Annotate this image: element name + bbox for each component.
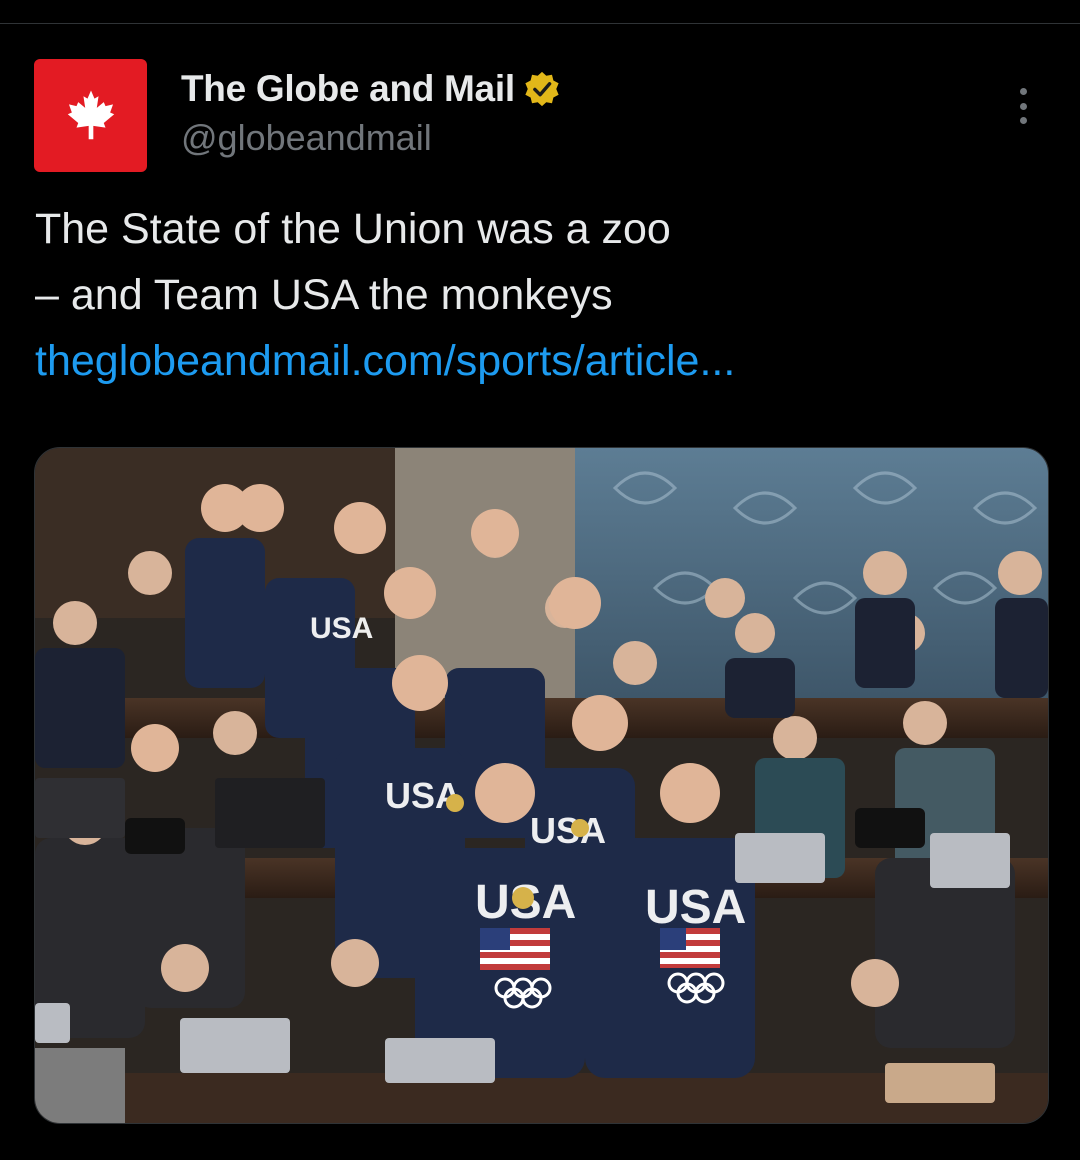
author-handle[interactable]: @globeandmail	[181, 117, 432, 159]
photo-team-usa-state-of-union: USA USA USA USA USA	[35, 448, 1048, 1123]
article-link[interactable]: theglobeandmail.com/sports/article...	[35, 328, 1045, 394]
tweet-text: The State of the Union was a zoo – and T…	[35, 196, 1045, 394]
more-options-button[interactable]	[1006, 84, 1040, 128]
svg-text:USA: USA	[310, 612, 373, 645]
svg-text:USA: USA	[530, 810, 606, 851]
more-dot	[1019, 117, 1027, 124]
tweet-text-line-2: – and Team USA the monkeys	[35, 271, 613, 319]
tweet[interactable]: The Globe and Mail @globeandmail The Sta…	[0, 24, 1080, 1160]
tweet-photo[interactable]: USA USA USA USA USA	[34, 447, 1049, 1124]
tweet-text-line-1: The State of the Union was a zoo	[35, 205, 671, 253]
svg-text:USA: USA	[645, 881, 746, 934]
author-avatar[interactable]	[34, 59, 147, 172]
author-name[interactable]: The Globe and Mail	[181, 68, 515, 110]
more-vertical-icon	[1019, 88, 1027, 95]
more-dot	[1019, 102, 1027, 110]
author-name-row[interactable]: The Globe and Mail	[181, 66, 561, 112]
verified-badge-icon	[523, 70, 561, 108]
maple-leaf-icon	[67, 89, 114, 139]
